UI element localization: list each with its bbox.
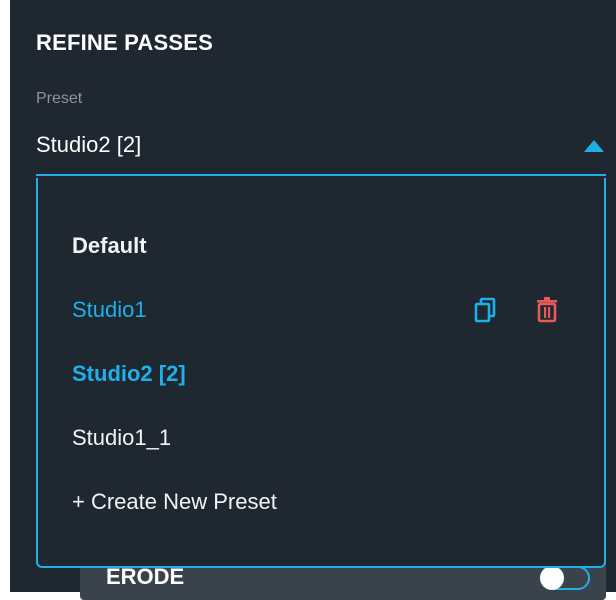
preset-option-studio1[interactable]: Studio1 bbox=[72, 290, 492, 330]
preset-selected-value: Studio2 [2] bbox=[36, 132, 142, 157]
toggle-knob bbox=[540, 566, 564, 590]
create-new-preset-option[interactable]: + Create New Preset bbox=[72, 482, 572, 522]
preset-select[interactable]: Studio2 [2] bbox=[36, 124, 606, 176]
trash-icon[interactable] bbox=[534, 295, 560, 325]
refine-passes-panel: REFINE PASSES Preset Studio2 [2] ERODE D… bbox=[10, 0, 616, 600]
caret-up-icon[interactable] bbox=[584, 140, 604, 152]
copy-icon[interactable] bbox=[472, 295, 498, 325]
erode-toggle[interactable] bbox=[540, 566, 590, 590]
preset-option-default[interactable]: Default bbox=[72, 226, 572, 266]
preset-option-studio2-selected[interactable]: Studio2 [2] bbox=[72, 354, 572, 394]
preset-option-studio1-1[interactable]: Studio1_1 bbox=[72, 418, 572, 458]
preset-label: Preset bbox=[36, 90, 83, 107]
preset-dropdown-menu: Default Studio1 Studio2 [2] Studio1_1 + … bbox=[36, 178, 606, 568]
section-title: REFINE PASSES bbox=[36, 30, 214, 55]
preset-select-underline bbox=[36, 174, 606, 176]
